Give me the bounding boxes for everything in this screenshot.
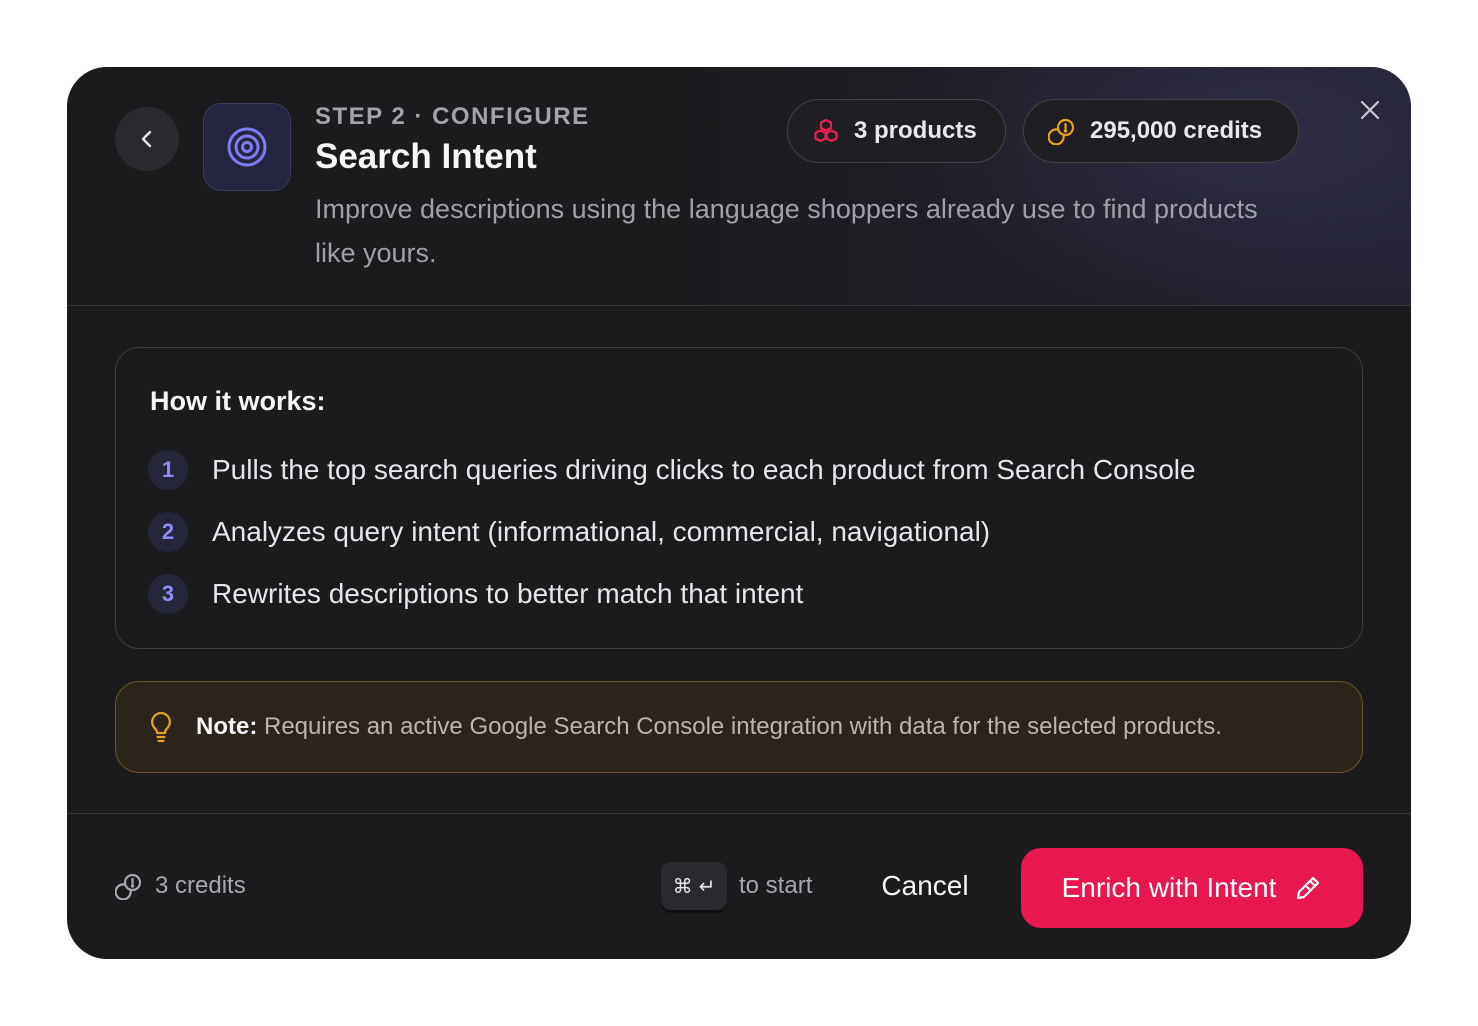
chevron-left-icon <box>141 130 152 148</box>
modal-footer: 3 credits ⌘ ↵ to start Cancel Enrich wit… <box>67 813 1411 959</box>
credits-balance-pill[interactable]: 295,000 credits <box>1023 99 1299 163</box>
cancel-button[interactable]: Cancel <box>857 862 993 910</box>
back-button[interactable] <box>115 107 179 171</box>
page-subtitle: Improve descriptions using the language … <box>315 194 1258 268</box>
how-it-works-card: How it works: 1 Pulls the top search que… <box>115 347 1363 649</box>
coins-icon <box>1048 118 1075 145</box>
list-item: 3 Rewrites descriptions to better match … <box>148 574 803 614</box>
products-count-label: 3 products <box>854 117 977 144</box>
tool-icon-tile <box>203 103 291 191</box>
credit-cost-label: 3 credits <box>155 872 246 899</box>
step-text: Pulls the top search queries driving cli… <box>212 454 1196 485</box>
enter-key-icon: ↵ <box>698 874 716 898</box>
step-number-badge: 1 <box>148 450 188 490</box>
credit-cost: 3 credits <box>115 872 246 900</box>
enrich-button-label: Enrich with Intent <box>1061 872 1277 903</box>
note-body: Requires an active Google Search Console… <box>257 713 1222 740</box>
keyboard-shortcut: ⌘ ↵ <box>661 862 727 910</box>
modal-header: STEP 2 · CONFIGURE Search Intent Improve… <box>67 67 1411 306</box>
enrich-modal: STEP 2 · CONFIGURE Search Intent Improve… <box>67 67 1411 959</box>
enrich-button[interactable]: Enrich with Intent <box>1021 848 1363 928</box>
close-button[interactable] <box>1353 93 1387 127</box>
target-icon <box>227 127 267 167</box>
products-count-pill[interactable]: 3 products <box>787 99 1006 163</box>
coins-icon <box>115 873 142 900</box>
shortcut-hint: to start <box>739 872 813 899</box>
note-text: Note: Requires an active Google Search C… <box>196 713 1222 741</box>
note-label: Note: <box>196 713 258 740</box>
step-text: Analyzes query intent (informational, co… <box>212 516 991 547</box>
boxes-icon <box>814 118 838 143</box>
note-banner: Note: Requires an active Google Search C… <box>115 681 1363 773</box>
lightbulb-icon <box>151 711 171 743</box>
step-label: STEP 2 · CONFIGURE <box>315 103 590 130</box>
pencil-icon <box>1297 876 1320 900</box>
credits-balance-label: 295,000 credits <box>1090 117 1263 144</box>
how-it-works-title: How it works: <box>150 386 326 416</box>
list-item: 1 Pulls the top search queries driving c… <box>148 450 1196 490</box>
command-key-icon: ⌘ <box>672 874 693 898</box>
list-item: 2 Analyzes query intent (informational, … <box>148 512 990 552</box>
close-icon <box>1360 100 1380 120</box>
step-number-badge: 2 <box>148 512 188 552</box>
page-title: Search Intent <box>315 137 537 176</box>
step-text: Rewrites descriptions to better match th… <box>212 578 804 609</box>
step-number-badge: 3 <box>148 574 188 614</box>
